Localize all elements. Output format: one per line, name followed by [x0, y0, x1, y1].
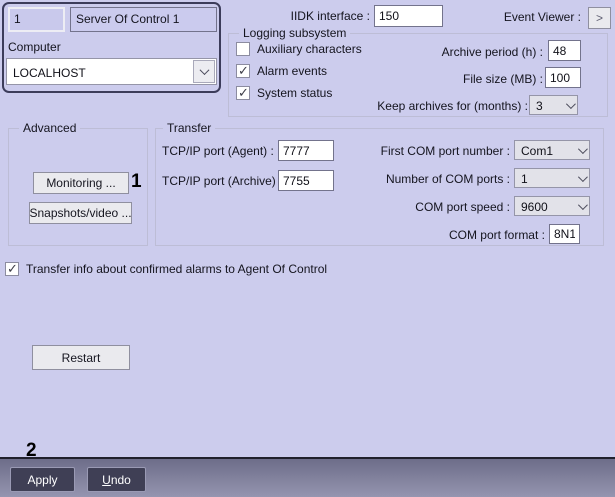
com-port-speed-select[interactable]: 9600 — [514, 196, 590, 216]
com-port-speed-label: COM port speed : — [415, 200, 510, 214]
keep-archives-label: Keep archives for (months) : — [377, 99, 528, 113]
event-viewer-label: Event Viewer : — [503, 10, 581, 24]
number-com-ports-value: 1 — [521, 171, 528, 186]
object-id-field[interactable]: 1 — [8, 7, 65, 32]
alarm-events-checkbox[interactable] — [236, 63, 250, 79]
system-status-row: System status — [236, 85, 333, 101]
computer-select-value: LOCALHOST — [13, 66, 86, 80]
chevron-down-icon — [577, 171, 588, 182]
annotation-1: 1 — [131, 171, 142, 192]
number-com-ports-label: Number of COM ports : — [385, 172, 510, 186]
file-size-label: File size (MB) : — [462, 72, 543, 86]
archive-period-label: Archive period (h) : — [441, 45, 543, 59]
number-com-ports-select[interactable]: 1 — [514, 168, 590, 188]
transfer-info-checkbox[interactable] — [5, 261, 19, 277]
tcpip-agent-input[interactable] — [278, 140, 334, 161]
iidk-interface-input[interactable] — [374, 5, 443, 27]
com-port-speed-value: 9600 — [521, 199, 548, 214]
auxiliary-characters-checkbox[interactable] — [236, 41, 250, 56]
first-com-port-label: First COM port number : — [380, 144, 510, 158]
settings-panel: 1 Server Of Control 1 Computer LOCALHOST… — [0, 0, 615, 497]
system-status-label: System status — [257, 85, 333, 100]
auxiliary-characters-row: Auxiliary characters — [236, 41, 362, 56]
chevron-down-icon — [565, 98, 576, 109]
computer-select[interactable]: LOCALHOST — [6, 58, 217, 85]
auxiliary-characters-label: Auxiliary characters — [257, 41, 362, 56]
iidk-interface-label: IIDK interface : — [290, 9, 370, 23]
chevron-down-icon — [577, 199, 588, 210]
computer-label: Computer — [8, 40, 61, 54]
object-name-field[interactable]: Server Of Control 1 — [70, 7, 217, 32]
annotation-2: 2 — [26, 440, 37, 461]
tcpip-archive-input[interactable] — [278, 170, 334, 191]
alarm-events-label: Alarm events — [257, 63, 328, 78]
com-port-format-label: COM port format : — [448, 228, 545, 242]
keep-archives-value: 3 — [536, 98, 543, 113]
system-status-checkbox[interactable] — [236, 85, 250, 101]
tcpip-agent-label: TCP/IP port (Agent) : — [162, 144, 274, 158]
transfer-info-row: Transfer info about confirmed alarms to … — [5, 261, 328, 277]
archive-period-input[interactable] — [548, 40, 581, 61]
undo-accelerator: U — [102, 472, 111, 487]
chevron-down-icon[interactable] — [193, 60, 215, 83]
undo-button[interactable]: Undo — [87, 467, 146, 492]
apply-button[interactable]: Apply — [10, 467, 75, 492]
logging-subsystem-title: Logging subsystem — [239, 26, 351, 40]
undo-label-rest: ndo — [110, 472, 131, 487]
transfer-title: Transfer — [163, 121, 216, 135]
first-com-port-value: Com1 — [521, 143, 554, 158]
transfer-info-label: Transfer info about confirmed alarms to … — [26, 261, 328, 276]
chevron-down-icon — [577, 143, 588, 154]
keep-archives-select[interactable]: 3 — [529, 95, 578, 115]
restart-button[interactable]: Restart — [32, 345, 130, 370]
event-viewer-button[interactable]: > — [588, 7, 611, 29]
alarm-events-row: Alarm events — [236, 63, 328, 79]
snapshots-video-button[interactable]: Snapshots/video ... — [29, 202, 132, 224]
tcpip-archive-label: TCP/IP port (Archive) : — [162, 174, 283, 188]
first-com-port-select[interactable]: Com1 — [514, 140, 590, 160]
monitoring-button[interactable]: Monitoring ... — [33, 172, 129, 194]
com-port-format-input[interactable] — [549, 224, 580, 244]
file-size-input[interactable] — [545, 67, 581, 88]
advanced-title: Advanced — [19, 121, 81, 135]
